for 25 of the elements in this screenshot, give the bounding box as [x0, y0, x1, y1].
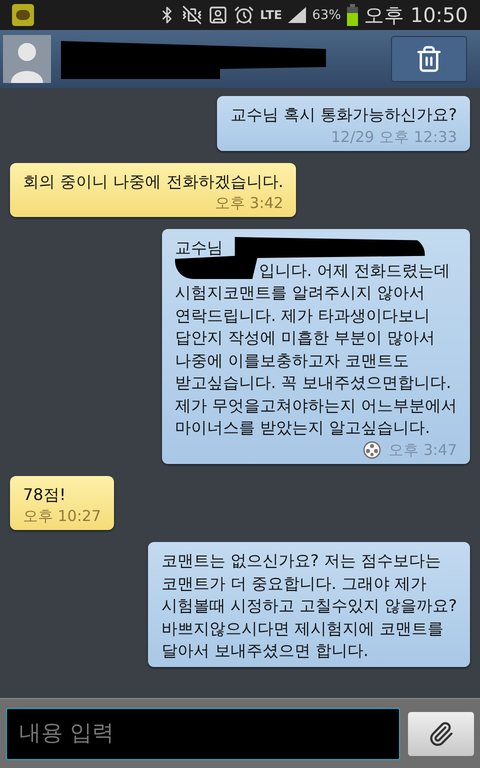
battery-percent: 63%	[312, 8, 341, 22]
message-input-field[interactable]: 내용 입력	[6, 708, 400, 760]
message-time: 오후 3:47	[388, 440, 457, 460]
paperclip-icon	[428, 720, 454, 746]
alarm-clock-icon	[234, 5, 254, 25]
message-text: 코맨트는 없으신가요? 저는 점수보다는 코맨트가 더 중요합니다. 그래야 제가 시험볼때 시정하고 고칠수있지 않을까요? 바쁘지않으시다면 제시험지에 코맨트를 달아서 보내주셨으면 합니다.	[161, 550, 457, 662]
delete-button[interactable]	[391, 36, 467, 82]
vibrate-off-icon	[182, 5, 202, 25]
battery-icon	[347, 4, 358, 26]
film-reel-icon[interactable]	[362, 440, 381, 458]
message-text: 교수님 혹시 통화가능하신가요?	[230, 104, 457, 126]
chat-app-icon	[12, 4, 34, 26]
avatar-silhouette	[3, 35, 51, 83]
message-text: 회의 중이니 나중에 전화하겠습니다.	[23, 170, 284, 192]
message-time: 오후 10:27	[23, 506, 101, 526]
signal-icon	[288, 7, 306, 23]
message-text: 교수님 입니다. 어제 전화드렸는데 시험지코맨트를 알려주시지 않아서 연락드립니다. 제가 타과생이다보니 답안지 작성에 미흡한 부분이 많아서 나중에 이를보충하고자 코맨트도 받고싶습니다. 꼭 보내주셨으면합니다. 제가 무엇을고쳐야하는지 어느부분에서 마이너스를 받았는지 알고싶습니다.	[174, 237, 457, 439]
clock-time: 오후 10:50	[364, 5, 468, 25]
attach-button[interactable]	[408, 712, 474, 756]
delete-icon	[415, 45, 443, 73]
network-type: LTE	[260, 9, 282, 21]
contact-card-icon	[208, 5, 228, 25]
message-time: 12/29 오후 12:33	[331, 126, 457, 146]
message-time: 오후 3:42	[214, 193, 284, 213]
message-text: 78점!	[23, 484, 67, 506]
